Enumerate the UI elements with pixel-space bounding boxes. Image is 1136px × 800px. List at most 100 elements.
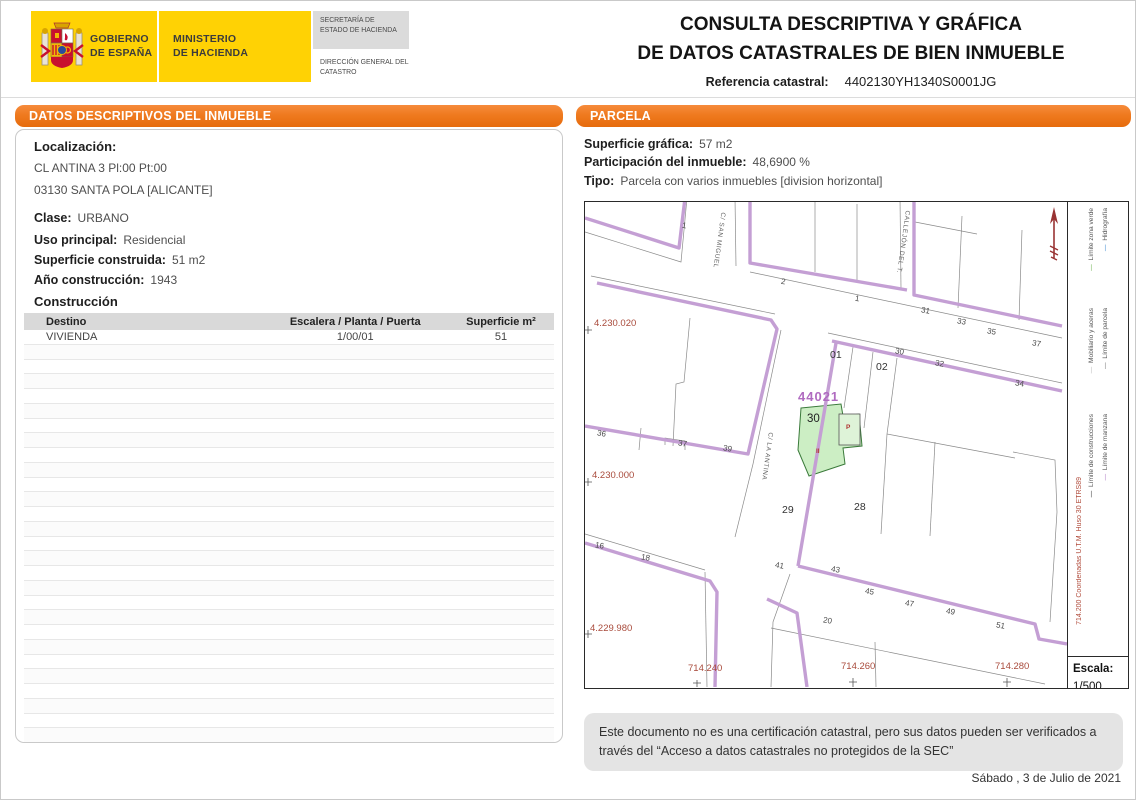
col-superficie: Superficie m²: [466, 315, 536, 328]
table-row: [24, 537, 554, 552]
table-row: [24, 698, 554, 714]
table-row: [24, 521, 554, 537]
map-number-label: II: [816, 448, 820, 455]
utm-coordinate-label: 4.230.000: [592, 470, 635, 481]
legend-item: — Mobiliario y aceras: [1088, 308, 1095, 374]
map-number-label: 30: [894, 346, 905, 357]
table-row: [24, 566, 554, 581]
map-number-label: 37: [677, 438, 688, 449]
header-divider: [1, 97, 1135, 98]
disclaimer-box: Este documento no es una certificación c…: [584, 713, 1123, 771]
table-row: [24, 639, 554, 655]
table-row: [24, 344, 554, 360]
table-row: [24, 610, 554, 625]
map-number-label: 34: [1014, 378, 1025, 389]
cadastral-document-page: GOBIERNO DE ESPAÑA MINISTERIO DE HACIEND…: [0, 0, 1136, 800]
map-number-label: 35: [986, 326, 997, 337]
legend-strip: 714.200 Coordenadas U.T.M. Huso 30 ETRS8…: [1067, 202, 1128, 688]
table-row: [24, 728, 554, 742]
utm-coordinate-label: 4.230.020: [594, 318, 637, 329]
document-title: CONSULTA DESCRIPTIVA Y GRÁFICA DE DATOS …: [591, 11, 1111, 68]
spain-coat-of-arms-icon: [40, 22, 84, 68]
table-row: [24, 625, 554, 640]
table-row: [24, 448, 554, 463]
gobierno-section: GOBIERNO DE ESPAÑA: [31, 11, 157, 82]
table-row: [24, 580, 554, 596]
map-area[interactable]: 1 2 1 31 33 35 37 30 32 34 36 37 39 16 18 20 41 43 45 47 49 5…: [585, 202, 1067, 688]
map-number-label: 32: [934, 358, 945, 369]
table-row: [24, 655, 554, 670]
ministerio-section: MINISTERIO DE HACIENDA: [159, 33, 311, 60]
map-number-label: 18: [640, 552, 651, 563]
map-number-label: 43: [830, 564, 841, 575]
superficie-grafica-field: Superficie gráfica: 57 m2: [584, 137, 733, 151]
legend-item: — Hidrografía: [1102, 208, 1109, 252]
document-title-line2: DE DATOS CATASTRALES DE BIEN INMUEBLE: [637, 42, 1065, 64]
north-arrow-icon: [1049, 207, 1059, 261]
map-number-label: 02: [876, 361, 888, 373]
map-number-label: 47: [904, 598, 915, 609]
map-number-label: 41: [774, 560, 785, 571]
utm-coordinate-label: 4.229.980: [590, 623, 633, 634]
construction-table: Destino Escalera / Planta / Puerta Super…: [24, 313, 554, 742]
legend-swatch: —: [1102, 472, 1109, 481]
localizacion-line2: 03130 SANTA POLA [ALICANTE]: [34, 183, 213, 197]
map-number-label: 29: [782, 504, 794, 516]
secretaria-estado-label: SECRETARÍA DE ESTADO DE HACIENDA: [313, 11, 409, 49]
gobierno-logo-block: GOBIERNO DE ESPAÑA MINISTERIO DE HACIEND…: [31, 11, 311, 82]
map-number-label: 49: [945, 606, 956, 617]
escala-value: 1/500: [1073, 681, 1102, 688]
ministerio-line1: MINISTERIO: [173, 32, 237, 45]
table-row: [24, 478, 554, 493]
map-number-label: 36: [596, 428, 607, 439]
table-row: VIVIENDA 1/00/01 51: [24, 330, 554, 345]
parcela-panel: PARCELA Superficie gráfica: 57 m2 Partici…: [576, 105, 1131, 743]
table-cell: 51: [494, 330, 508, 343]
ministerio-text: MINISTERIO DE HACIENDA: [173, 33, 311, 60]
table-row: [24, 669, 554, 684]
direccion-catastro-label: DIRECCIÓN GENERAL DEL CATASTRO: [320, 59, 409, 77]
clase-field: Clase: URBANO: [34, 211, 129, 225]
cadastral-map-drawing: [585, 202, 1067, 687]
legend-swatch: —: [1088, 488, 1095, 498]
manzana-number-label: 44021: [798, 389, 840, 404]
superficie-construida-field: Superficie construida: 51 m2: [34, 253, 206, 267]
referencia-catastral-value: 4402130YH1340S0001JG: [844, 74, 997, 89]
construction-table-header: Destino Escalera / Planta / Puerta Super…: [24, 313, 554, 330]
referencia-catastral-label: Referencia catastral:: [705, 75, 829, 89]
table-row: [24, 433, 554, 448]
map-number-label: 16: [594, 540, 605, 551]
escala-label: Escala:: [1073, 663, 1114, 675]
legend-swatch: —: [1102, 242, 1109, 252]
table-row: [24, 360, 554, 375]
parcela-panel-header: PARCELA: [576, 105, 1131, 127]
legend-item: — Límite de parcela: [1102, 308, 1109, 370]
utm-coordinate-label: 714.280: [995, 661, 1030, 672]
referencia-catastral: Referencia catastral: 4402130YH1340S0001J…: [591, 74, 1111, 89]
localizacion-line1: CL ANTINA 3 Pl:00 Pt:00: [34, 161, 167, 175]
gobierno-line1: GOBIERNO: [90, 32, 149, 45]
table-cell: VIVIENDA: [46, 330, 98, 343]
anio-construccion-field: Año construcción: 1943: [34, 273, 178, 287]
map-number-label: 20: [822, 615, 833, 626]
ministerio-line2: DE HACIENDA: [173, 46, 249, 59]
legend-swatch: —: [1088, 262, 1095, 271]
table-row: [24, 596, 554, 611]
participacion-field: Participación del inmueble: 48,6900 %: [584, 155, 810, 169]
table-row: [24, 462, 554, 478]
legend-utm-note: 714.200 Coordenadas U.T.M. Huso 30 ETRS8…: [1076, 477, 1083, 625]
utm-coordinate-label: 714.260: [841, 661, 876, 672]
uso-principal-field: Uso principal: Residencial: [34, 233, 186, 247]
table-row: [24, 419, 554, 434]
map-number-label: 01: [830, 349, 842, 361]
table-row: [24, 389, 554, 404]
tipo-field: Tipo: Parcela con varios inmuebles [divis…: [584, 174, 883, 188]
datos-descriptivos-panel: DATOS DESCRIPTIVOS DEL INMUEBLE Localiza…: [15, 105, 563, 743]
gobierno-text: GOBIERNO DE ESPAÑA: [90, 33, 152, 60]
construccion-title: Construcción: [34, 294, 118, 309]
utm-coordinate-label: 714.240: [688, 663, 723, 674]
table-cell: 1/00/01: [336, 330, 374, 343]
document-title-line1: CONSULTA DESCRIPTIVA Y GRÁFICA: [679, 14, 1023, 35]
map-number-label: 31: [920, 305, 931, 316]
map-number-label: 33: [956, 316, 967, 327]
